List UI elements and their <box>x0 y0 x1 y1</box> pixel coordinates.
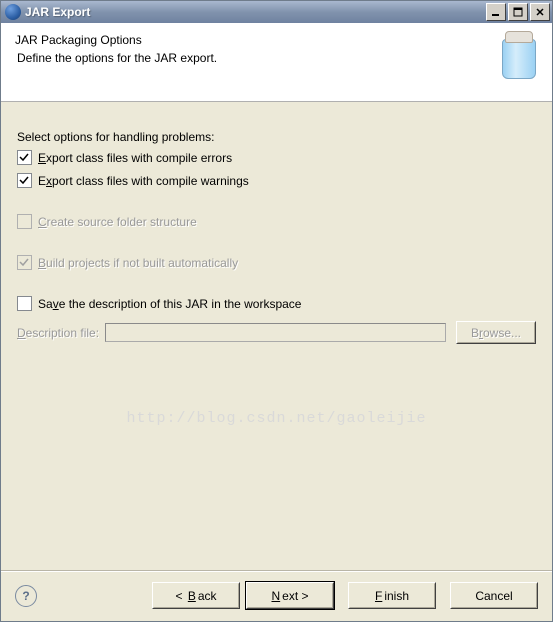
cancel-button[interactable]: Cancel <box>451 583 537 608</box>
finish-button[interactable]: Finish <box>349 583 435 608</box>
titlebar: JAR Export <box>1 1 552 23</box>
label-save-description: Save the description of this JAR in the … <box>38 297 301 311</box>
back-button[interactable]: < Back <box>153 583 239 608</box>
content-area: Select options for handling problems: Ex… <box>1 102 552 570</box>
label-export-warnings: Export class files with compile warnings <box>38 174 249 188</box>
description-file-row: Description file: Browse... <box>17 321 536 344</box>
close-button[interactable] <box>530 3 550 21</box>
checkbox-save-description[interactable] <box>17 296 32 311</box>
checkbox-export-errors[interactable] <box>17 150 32 165</box>
page-title: JAR Packaging Options <box>15 33 498 47</box>
check-icon <box>19 175 30 186</box>
help-button[interactable]: ? <box>15 585 37 607</box>
check-icon <box>19 257 30 268</box>
option-build-projects: Build projects if not built automaticall… <box>17 255 536 270</box>
minimize-icon <box>491 7 501 17</box>
label-export-errors: Export class files with compile errors <box>38 151 232 165</box>
checkbox-create-source <box>17 214 32 229</box>
footer: ? < Back Next > Finish Cancel <box>1 572 552 621</box>
option-export-warnings[interactable]: Export class files with compile warnings <box>17 173 536 188</box>
checkbox-build-projects <box>17 255 32 270</box>
minimize-button[interactable] <box>486 3 506 21</box>
app-icon <box>5 4 21 20</box>
problems-section-label: Select options for handling problems: <box>17 130 536 144</box>
dialog-window: JAR Export JAR Packaging Options Define … <box>0 0 553 622</box>
check-icon <box>19 152 30 163</box>
description-file-input <box>105 323 446 342</box>
page-subtitle: Define the options for the JAR export. <box>15 51 498 65</box>
label-create-source: Create source folder structure <box>38 215 197 229</box>
description-file-label: Description file: <box>17 326 99 340</box>
header-text: JAR Packaging Options Define the options… <box>15 33 498 65</box>
label-build-projects: Build projects if not built automaticall… <box>38 256 238 270</box>
maximize-icon <box>513 7 523 17</box>
maximize-button[interactable] <box>508 3 528 21</box>
next-button[interactable]: Next > <box>247 583 333 608</box>
header-banner: JAR Packaging Options Define the options… <box>1 23 552 102</box>
checkbox-export-warnings[interactable] <box>17 173 32 188</box>
window-title: JAR Export <box>25 5 484 19</box>
browse-button: Browse... <box>457 322 535 343</box>
watermark-text: http://blog.csdn.net/gaoleijie <box>1 410 552 427</box>
option-export-errors[interactable]: Export class files with compile errors <box>17 150 536 165</box>
close-icon <box>535 7 545 17</box>
option-save-description[interactable]: Save the description of this JAR in the … <box>17 296 536 311</box>
jar-icon <box>498 37 538 81</box>
option-create-source: Create source folder structure <box>17 214 536 229</box>
